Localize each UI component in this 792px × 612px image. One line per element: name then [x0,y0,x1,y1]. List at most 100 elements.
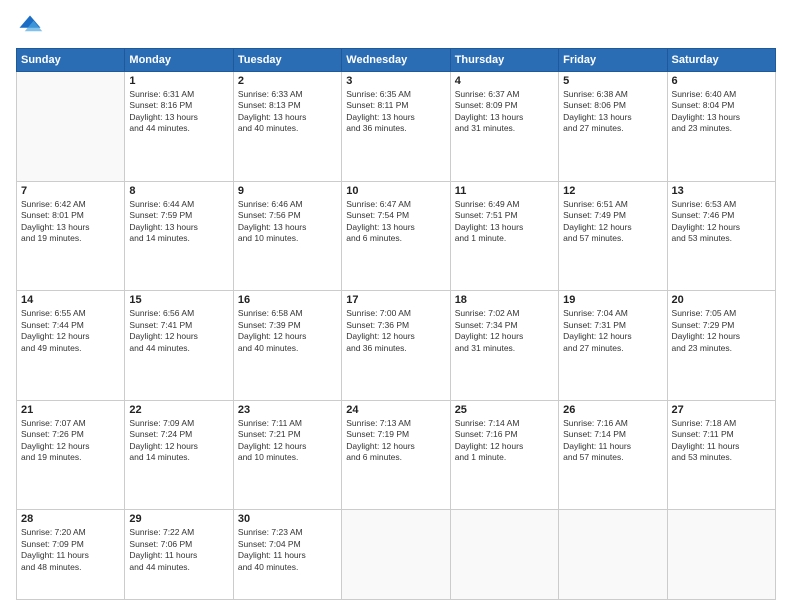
col-tuesday: Tuesday [233,49,341,72]
col-wednesday: Wednesday [342,49,450,72]
cell-content: Sunrise: 7:16 AMSunset: 7:14 PMDaylight:… [563,418,662,464]
day-number: 5 [563,75,662,87]
table-cell: 27 Sunrise: 7:18 AMSunset: 7:11 PMDayligh… [667,400,775,510]
logo-icon [16,12,44,40]
day-number: 19 [563,294,662,306]
cell-content: Sunrise: 6:42 AMSunset: 8:01 PMDaylight:… [21,199,120,245]
table-cell: 2 Sunrise: 6:33 AMSunset: 8:13 PMDaylight… [233,72,341,182]
day-number: 21 [21,404,120,416]
day-number: 7 [21,185,120,197]
cell-content: Sunrise: 7:09 AMSunset: 7:24 PMDaylight:… [129,418,228,464]
table-cell: 23 Sunrise: 7:11 AMSunset: 7:21 PMDayligh… [233,400,341,510]
table-cell: 21 Sunrise: 7:07 AMSunset: 7:26 PMDayligh… [17,400,125,510]
table-cell: 9 Sunrise: 6:46 AMSunset: 7:56 PMDaylight… [233,181,341,291]
day-number: 8 [129,185,228,197]
cell-content: Sunrise: 6:37 AMSunset: 8:09 PMDaylight:… [455,89,554,135]
table-cell: 10 Sunrise: 6:47 AMSunset: 7:54 PMDayligh… [342,181,450,291]
cell-content: Sunrise: 6:51 AMSunset: 7:49 PMDaylight:… [563,199,662,245]
table-cell [17,72,125,182]
day-number: 23 [238,404,337,416]
day-number: 27 [672,404,771,416]
day-number: 11 [455,185,554,197]
table-cell: 16Sunrise: 6:58 AMSunset: 7:39 PMDayligh… [233,291,341,401]
day-number: 9 [238,185,337,197]
day-number: 20 [672,294,771,306]
table-cell: 13Sunrise: 6:53 AMSunset: 7:46 PMDayligh… [667,181,775,291]
cell-content: Sunrise: 7:14 AMSunset: 7:16 PMDaylight:… [455,418,554,464]
day-number: 28 [21,513,120,525]
cell-content: Sunrise: 7:05 AMSunset: 7:29 PMDaylight:… [672,308,771,354]
day-number: 26 [563,404,662,416]
table-cell: 8Sunrise: 6:44 AMSunset: 7:59 PMDaylight… [125,181,233,291]
day-number: 13 [672,185,771,197]
table-cell: 3 Sunrise: 6:35 AMSunset: 8:11 PMDaylight… [342,72,450,182]
table-cell: 24Sunrise: 7:13 AMSunset: 7:19 PMDayligh… [342,400,450,510]
cell-content: Sunrise: 6:35 AMSunset: 8:11 PMDaylight:… [346,89,445,135]
col-sunday: Sunday [17,49,125,72]
table-cell: 6 Sunrise: 6:40 AMSunset: 8:04 PMDaylight… [667,72,775,182]
cell-content: Sunrise: 6:49 AMSunset: 7:51 PMDaylight:… [455,199,554,245]
header-row: Sunday Monday Tuesday Wednesday Thursday… [17,49,776,72]
table-cell: 14 Sunrise: 6:55 AMSunset: 7:44 PMDayligh… [17,291,125,401]
col-saturday: Saturday [667,49,775,72]
table-cell [342,510,450,600]
header [16,12,776,40]
page: Sunday Monday Tuesday Wednesday Thursday… [0,0,792,612]
cell-content: Sunrise: 6:38 AMSunset: 8:06 PMDaylight:… [563,89,662,135]
table-cell: 30Sunrise: 7:23 AMSunset: 7:04 PMDayligh… [233,510,341,600]
table-cell [559,510,667,600]
day-number: 18 [455,294,554,306]
table-cell: 22 Sunrise: 7:09 AMSunset: 7:24 PMDayligh… [125,400,233,510]
cell-content: Sunrise: 7:20 AMSunset: 7:09 PMDaylight:… [21,527,120,573]
table-cell: 11 Sunrise: 6:49 AMSunset: 7:51 PMDayligh… [450,181,558,291]
day-number: 15 [129,294,228,306]
cell-content: Sunrise: 7:02 AMSunset: 7:34 PMDaylight:… [455,308,554,354]
col-monday: Monday [125,49,233,72]
cell-content: Sunrise: 6:55 AMSunset: 7:44 PMDaylight:… [21,308,120,354]
table-cell: 28 Sunrise: 7:20 AMSunset: 7:09 PMDayligh… [17,510,125,600]
cell-content: Sunrise: 6:47 AMSunset: 7:54 PMDaylight:… [346,199,445,245]
col-friday: Friday [559,49,667,72]
day-number: 10 [346,185,445,197]
day-number: 25 [455,404,554,416]
day-number: 29 [129,513,228,525]
table-cell: 5 Sunrise: 6:38 AMSunset: 8:06 PMDaylight… [559,72,667,182]
table-cell: 17Sunrise: 7:00 AMSunset: 7:36 PMDayligh… [342,291,450,401]
table-cell: 18 Sunrise: 7:02 AMSunset: 7:34 PMDayligh… [450,291,558,401]
cell-content: Sunrise: 7:18 AMSunset: 7:11 PMDaylight:… [672,418,771,464]
table-cell: 4 Sunrise: 6:37 AMSunset: 8:09 PMDaylight… [450,72,558,182]
logo [16,12,48,40]
table-cell [450,510,558,600]
day-number: 3 [346,75,445,87]
cell-content: Sunrise: 6:31 AMSunset: 8:16 PMDaylight:… [129,89,228,135]
cell-content: Sunrise: 7:22 AMSunset: 7:06 PMDaylight:… [129,527,228,573]
cell-content: Sunrise: 7:13 AMSunset: 7:19 PMDaylight:… [346,418,445,464]
day-number: 2 [238,75,337,87]
cell-content: Sunrise: 7:11 AMSunset: 7:21 PMDaylight:… [238,418,337,464]
day-number: 12 [563,185,662,197]
cell-content: Sunrise: 6:33 AMSunset: 8:13 PMDaylight:… [238,89,337,135]
cell-content: Sunrise: 6:40 AMSunset: 8:04 PMDaylight:… [672,89,771,135]
day-number: 6 [672,75,771,87]
cell-content: Sunrise: 7:04 AMSunset: 7:31 PMDaylight:… [563,308,662,354]
table-cell: 15 Sunrise: 6:56 AMSunset: 7:41 PMDayligh… [125,291,233,401]
table-cell: 7 Sunrise: 6:42 AMSunset: 8:01 PMDaylight… [17,181,125,291]
day-number: 1 [129,75,228,87]
cell-content: Sunrise: 6:58 AMSunset: 7:39 PMDaylight:… [238,308,337,354]
table-cell: 20 Sunrise: 7:05 AMSunset: 7:29 PMDayligh… [667,291,775,401]
cell-content: Sunrise: 7:07 AMSunset: 7:26 PMDaylight:… [21,418,120,464]
calendar-table: Sunday Monday Tuesday Wednesday Thursday… [16,48,776,600]
day-number: 14 [21,294,120,306]
cell-content: Sunrise: 6:56 AMSunset: 7:41 PMDaylight:… [129,308,228,354]
cell-content: Sunrise: 6:46 AMSunset: 7:56 PMDaylight:… [238,199,337,245]
table-cell: 26 Sunrise: 7:16 AMSunset: 7:14 PMDayligh… [559,400,667,510]
day-number: 30 [238,513,337,525]
day-number: 4 [455,75,554,87]
cell-content: Sunrise: 7:00 AMSunset: 7:36 PMDaylight:… [346,308,445,354]
table-cell: 1 Sunrise: 6:31 AMSunset: 8:16 PMDaylight… [125,72,233,182]
day-number: 22 [129,404,228,416]
col-thursday: Thursday [450,49,558,72]
table-cell: 12 Sunrise: 6:51 AMSunset: 7:49 PMDayligh… [559,181,667,291]
table-cell: 29 Sunrise: 7:22 AMSunset: 7:06 PMDayligh… [125,510,233,600]
table-cell: 25 Sunrise: 7:14 AMSunset: 7:16 PMDayligh… [450,400,558,510]
